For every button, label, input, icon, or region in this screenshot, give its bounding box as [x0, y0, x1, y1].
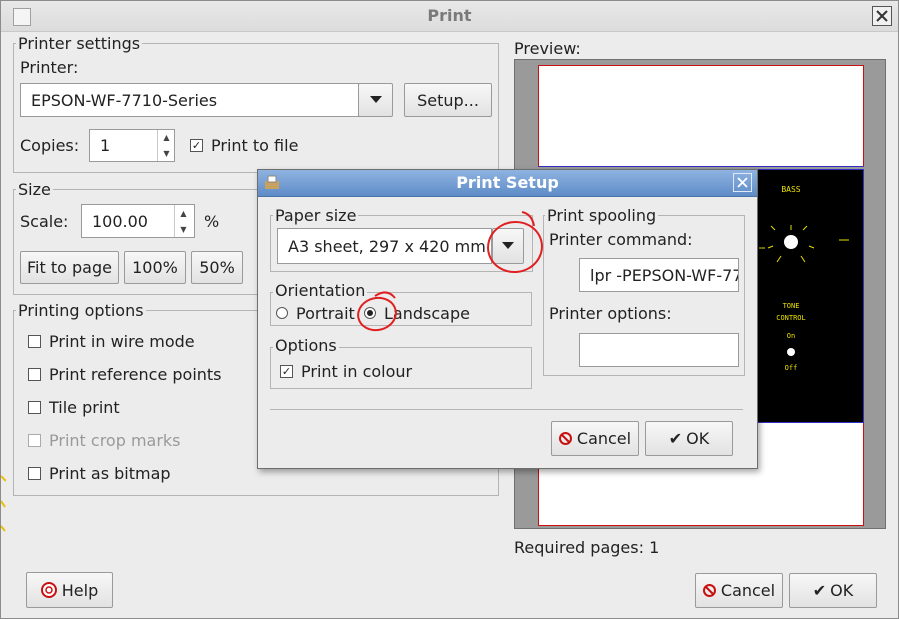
help-icon: [40, 582, 57, 598]
paper-size-value: A3 sheet, 297 x 420 mm: [288, 236, 486, 256]
print-window-title: Print: [427, 6, 472, 25]
help-button[interactable]: Help: [26, 572, 113, 608]
scale-stepper[interactable]: ▲ ▼: [174, 205, 192, 237]
scale-50-button[interactable]: 50%: [191, 251, 243, 284]
print-to-file-checkbox[interactable]: ✓: [190, 139, 203, 152]
up-arrow-icon[interactable]: ▲: [175, 205, 192, 221]
scale-unit: %: [204, 212, 220, 231]
portrait-radio[interactable]: [276, 307, 288, 319]
fit-to-page-button[interactable]: Fit to page: [20, 251, 119, 284]
tone-label: TONE: [783, 302, 800, 310]
dialog-ok-label: OK: [686, 429, 710, 448]
checkmark-icon: ✔: [812, 581, 827, 600]
dialog-cancel-button[interactable]: Cancel: [551, 421, 639, 456]
setup-button[interactable]: Setup...: [404, 83, 492, 117]
print-setup-dialog: Print Setup Paper size A3 sheet, 297 x 4…: [257, 169, 758, 469]
printer-options-input[interactable]: [579, 333, 739, 367]
tile-print-checkbox[interactable]: [28, 401, 41, 414]
required-pages-label: Required pages: 1: [514, 538, 660, 557]
crop-marks-label: Print crop marks: [49, 431, 181, 450]
off-label: Off: [785, 364, 798, 372]
cancel-button-label: Cancel: [720, 581, 776, 600]
close-button[interactable]: [872, 6, 892, 26]
close-icon: [737, 177, 748, 188]
up-arrow-icon[interactable]: ▲: [158, 130, 175, 146]
dialog-cancel-label: Cancel: [576, 429, 632, 448]
dialog-ok-button[interactable]: ✔ OK: [645, 421, 733, 456]
bass-label: BASS: [781, 185, 800, 194]
background-fragment: [0, 471, 7, 541]
bitmap-checkbox[interactable]: [28, 467, 41, 480]
annotation-arrow: [374, 291, 396, 299]
cancel-icon: [702, 584, 716, 597]
cancel-button[interactable]: Cancel: [695, 573, 783, 608]
portrait-label: Portrait: [296, 304, 355, 323]
orientation-label: Orientation: [273, 281, 368, 300]
tile-print-label: Tile print: [49, 398, 120, 417]
on-label: On: [787, 332, 795, 340]
close-icon: [876, 10, 888, 22]
copies-stepper[interactable]: ▲ ▼: [157, 130, 175, 161]
printer-select-value: EPSON-WF-7710-Series: [31, 90, 218, 110]
dialog-close-button[interactable]: [733, 173, 752, 192]
print-to-file-label: Print to file: [211, 136, 299, 155]
control-label: CONTROL: [776, 314, 806, 322]
checkmark-icon: ✔: [668, 429, 683, 448]
printer-command-input[interactable]: lpr -PEPSON-WF-77: [579, 258, 739, 292]
ok-button-label: OK: [830, 581, 854, 600]
copies-label: Copies:: [20, 136, 80, 155]
help-button-label: Help: [61, 580, 99, 600]
scale-label: Scale:: [20, 212, 69, 231]
printer-command-label: Printer command:: [549, 230, 693, 249]
printer-options-label: Printer options:: [549, 304, 672, 323]
bitmap-label: Print as bitmap: [49, 464, 171, 483]
annotation-arrow: [521, 211, 535, 227]
scale-100-button[interactable]: 100%: [124, 251, 186, 284]
preview-page-top: [538, 65, 864, 167]
down-arrow-icon[interactable]: ▼: [175, 221, 192, 237]
print-setup-titlebar[interactable]: Print Setup: [258, 170, 757, 197]
printer-label: Printer:: [20, 58, 79, 77]
print-spooling-label: Print spooling: [545, 206, 659, 225]
ok-button[interactable]: ✔ OK: [789, 573, 877, 608]
printer-settings-label: Printer settings: [16, 34, 143, 53]
cancel-icon: [558, 432, 572, 445]
wire-mode-checkbox[interactable]: [28, 335, 41, 348]
size-label: Size: [16, 180, 53, 199]
printer-command-value: lpr -PEPSON-WF-77: [590, 265, 739, 285]
printer-select[interactable]: EPSON-WF-7710-Series: [20, 83, 360, 117]
copies-value: 1: [100, 136, 111, 155]
paper-size-label: Paper size: [273, 206, 359, 225]
separator: [270, 409, 743, 410]
reference-points-checkbox[interactable]: [28, 368, 41, 381]
print-setup-title: Print Setup: [456, 173, 559, 192]
print-in-colour-label: Print in colour: [301, 362, 413, 381]
paper-size-select[interactable]: A3 sheet, 297 x 420 mm: [277, 228, 492, 264]
chevron-down-icon: [369, 96, 382, 103]
printer-dropdown-button[interactable]: [358, 83, 393, 117]
reference-points-label: Print reference points: [49, 365, 222, 384]
print-in-colour-checkbox[interactable]: ✓: [280, 365, 293, 378]
scale-value: 100.00: [92, 211, 148, 231]
wire-mode-label: Print in wire mode: [49, 332, 195, 351]
print-window-titlebar[interactable]: Print: [1, 1, 898, 32]
printing-options-label: Printing options: [16, 301, 146, 320]
down-arrow-icon[interactable]: ▼: [158, 146, 175, 162]
options-label: Options: [273, 336, 339, 355]
crop-marks-checkbox: [28, 434, 41, 447]
preview-label: Preview:: [514, 39, 581, 58]
